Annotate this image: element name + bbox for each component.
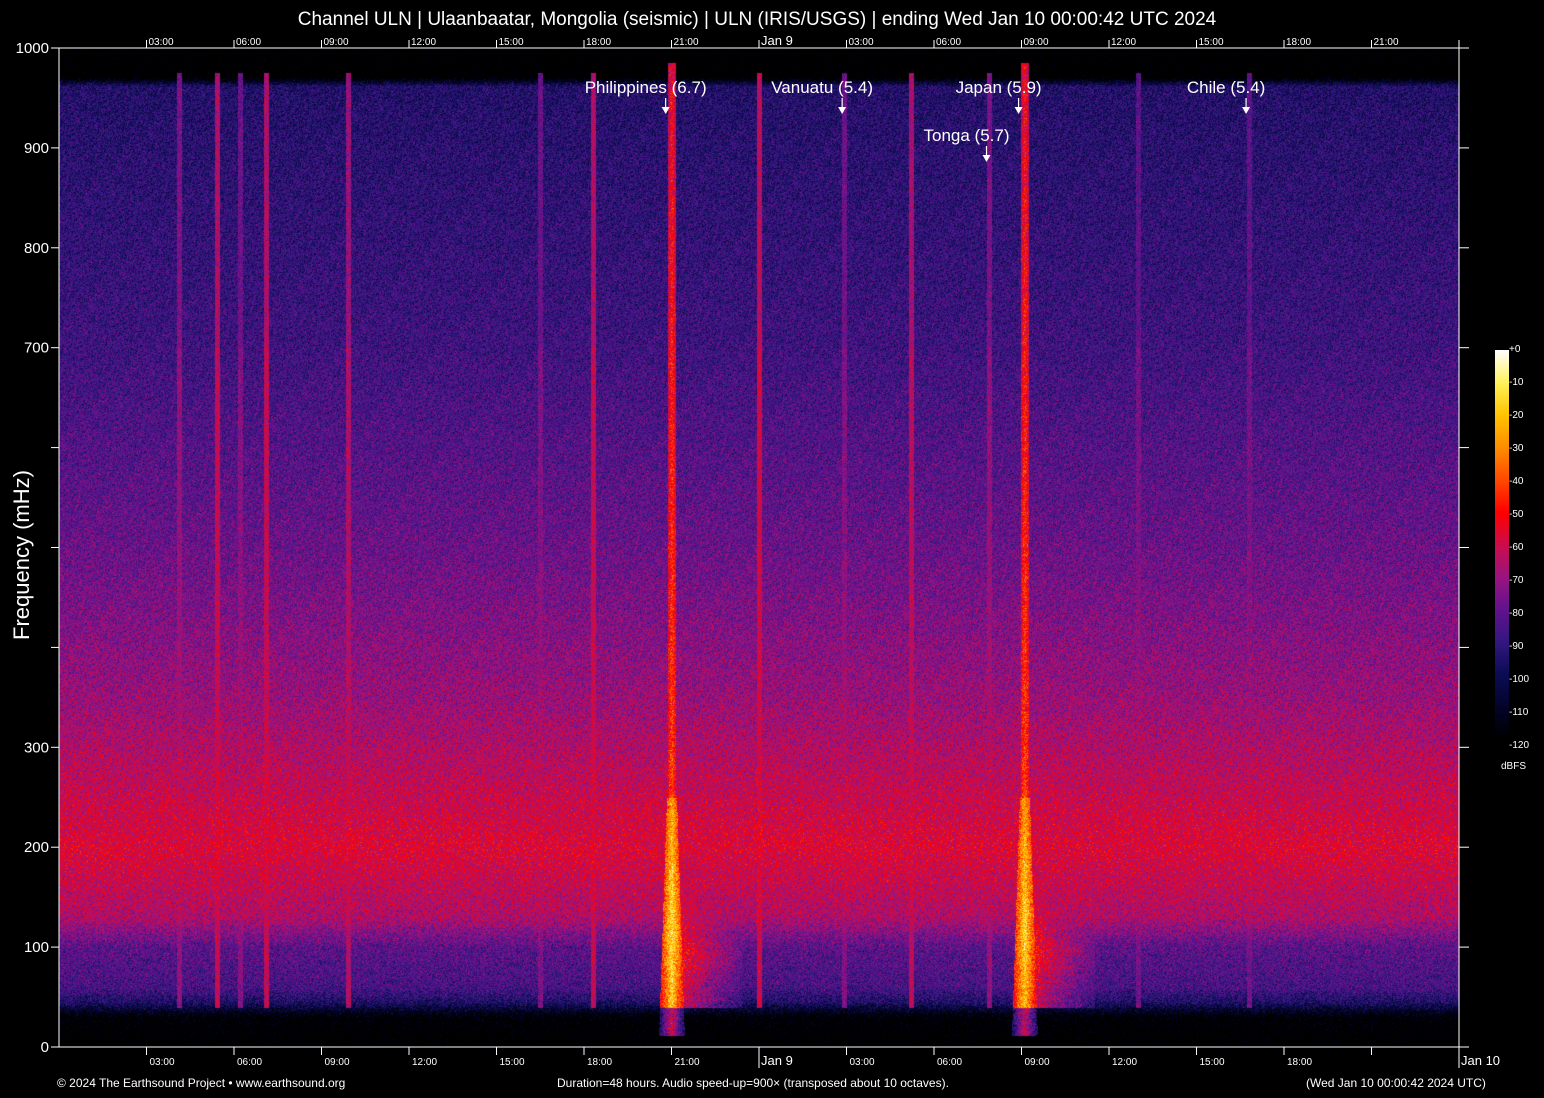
x-tick-label-bottom: Jan 9 [761,1053,793,1068]
y-tick-label: 700 [24,340,49,357]
colorbar-tick-label: -70 [1509,575,1524,586]
x-tick-label-bottom: 09:00 [325,1057,350,1068]
colorbar-tick-label: -110 [1509,707,1529,718]
x-tick-label-bottom: 21:00 [675,1057,700,1068]
x-tick-label-top: 06:00 [236,37,261,48]
x-tick-label-bottom: 06:00 [937,1057,962,1068]
colorbar-tick-label: -10 [1509,377,1524,388]
colorbar-tick-label: -100 [1509,674,1530,685]
colorbar-tick-label: -50 [1509,509,1524,520]
x-tick-label-bottom: 03:00 [850,1057,875,1068]
y-tick-label: 800 [24,240,49,257]
y-tick-label: 300 [24,739,49,756]
event-label: Tonga (5.7) [924,126,1010,145]
event-arrow-head [661,107,670,114]
colorbar-tick-label: -80 [1509,608,1524,619]
y-tick-label: 200 [24,839,49,856]
x-tick-label-bottom: 15:00 [500,1057,525,1068]
x-tick-label-top: 21:00 [674,37,699,48]
x-tick-label-top: 12:00 [411,37,436,48]
x-tick-label-top: 09:00 [324,37,349,48]
duration-text: Duration=48 hours. Audio speed-up=900× (… [557,1076,949,1090]
y-tick-label: 1000 [16,40,49,57]
x-tick-label-top: Jan 9 [761,33,793,48]
x-tick-label-bottom: 09:00 [1025,1057,1050,1068]
event-label: Chile (5.4) [1187,78,1265,97]
y-tick-label: 100 [24,939,49,956]
x-tick-label-bottom: Jan 10 [1461,1053,1500,1068]
x-tick-label-top: 03:00 [149,37,174,48]
x-tick-label-top: 03:00 [849,37,874,48]
x-tick-label-bottom: 12:00 [412,1057,437,1068]
x-tick-label-bottom: 18:00 [587,1057,612,1068]
x-tick-label-bottom: 18:00 [1287,1057,1312,1068]
x-tick-label-top: 09:00 [1024,37,1049,48]
event-label: Vanuatu (5.4) [771,78,873,97]
x-tick-label-top: 18:00 [1286,37,1311,48]
colorbar-tick-label: -60 [1509,542,1524,553]
colorbar-tick-label: -30 [1509,443,1524,454]
x-tick-label-top: 06:00 [936,37,961,48]
x-tick-label-bottom: 15:00 [1200,1057,1225,1068]
x-tick-label-bottom: 12:00 [1112,1057,1137,1068]
x-tick-label-top: 12:00 [1111,37,1136,48]
colorbar-tick-label: -20 [1509,410,1524,421]
x-tick-label-top: 15:00 [1199,37,1224,48]
event-arrow-head [1014,107,1023,114]
colorbar-unit-label: dBFS [1501,761,1527,772]
y-tick-label: 0 [41,1039,49,1056]
y-tick-label: 900 [24,140,49,157]
chart-axes-overlay: 0 100 200 300 700 800 900 1000 03:00 06:00 09:00 12… [16,33,1500,1068]
x-tick-label-top: 21:00 [1374,37,1399,48]
colorbar-tick-label: -90 [1509,641,1524,652]
colorbar [1495,350,1509,740]
event-label: Japan (5.9) [956,78,1042,97]
x-tick-label-bottom: 06:00 [237,1057,262,1068]
event-label: Philippines (6.7) [585,78,707,97]
x-tick-label-top: 18:00 [586,37,611,48]
colorbar-tick-label: -120 [1509,740,1530,751]
x-tick-label-top: 15:00 [499,37,524,48]
colorbar-tick-label: +0 [1509,344,1521,355]
x-tick-label-bottom: 03:00 [150,1057,175,1068]
copyright-text: © 2024 The Earthsound Project • www.eart… [57,1076,346,1090]
colorbar-tick-label: -40 [1509,476,1524,487]
timestamp-text: (Wed Jan 10 00:00:42 2024 UTC) [1306,1076,1486,1090]
